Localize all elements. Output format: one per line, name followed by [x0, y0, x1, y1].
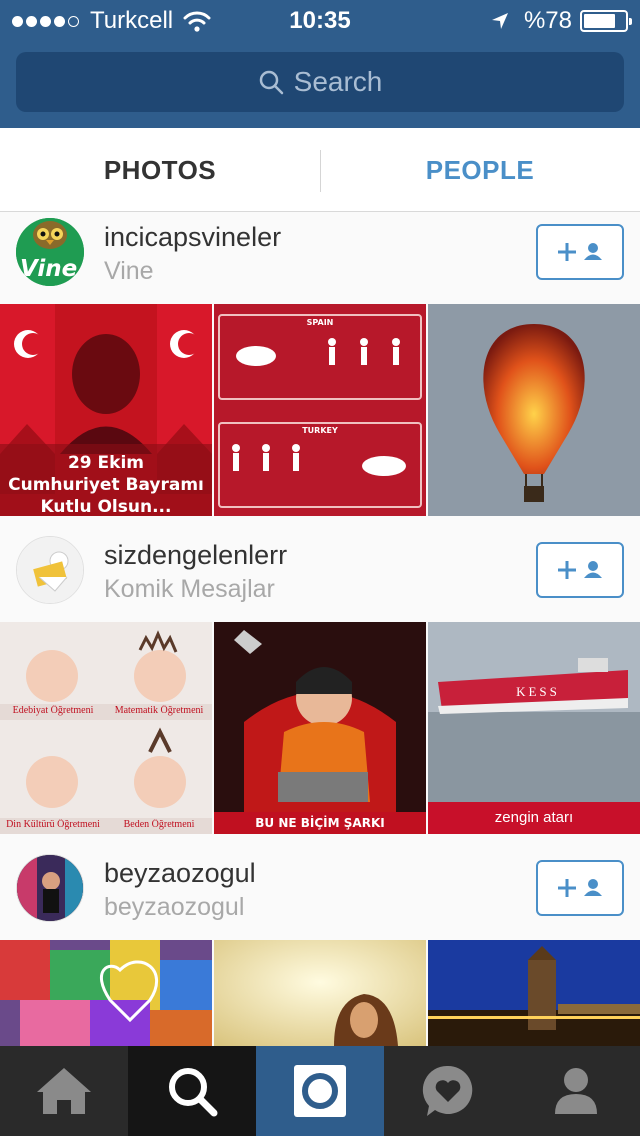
home-icon — [37, 1068, 91, 1114]
photo-label: Matematik Öğretmeni — [114, 705, 204, 716]
tab-profile[interactable] — [512, 1046, 640, 1136]
photo-caption: 29 Ekim Cumhuriyet Bayramı Kutlu Olsun..… — [0, 452, 212, 516]
add-user-icon — [558, 879, 602, 897]
location-arrow-icon — [491, 13, 508, 29]
tab-search[interactable] — [128, 1046, 256, 1136]
user-row[interactable]: sizdengelenlerr Komik Mesajlar — [0, 528, 640, 620]
photo-thumbnail[interactable]: BU NE BİÇİM ŞARKI — [214, 622, 426, 834]
photo-thumbnail[interactable]: SPAIN TURKEY — [214, 304, 426, 516]
avatar: Vine — [16, 218, 84, 286]
full-name: Komik Mesajlar — [104, 575, 275, 603]
photo-label: Beden Öğretmeni — [123, 819, 195, 830]
tab-camera[interactable] — [256, 1046, 384, 1136]
tab-news[interactable] — [384, 1046, 512, 1136]
bottom-tab-bar — [0, 1046, 640, 1136]
ship-name: KESS — [516, 684, 560, 699]
photo-row: 29 Ekim Cumhuriyet Bayramı Kutlu Olsun..… — [0, 304, 640, 516]
photo-row — [0, 940, 640, 1046]
username[interactable]: incicapsvineler — [104, 222, 281, 253]
tab-people[interactable]: PEOPLE — [320, 128, 640, 212]
segmented-tabs: PHOTOS PEOPLE — [0, 128, 640, 212]
full-name: Vine — [104, 257, 154, 285]
tab-photos[interactable]: PHOTOS — [0, 128, 320, 212]
caption-line: 29 Ekim — [67, 453, 145, 473]
avatar — [16, 536, 84, 604]
full-name: beyzaozogul — [104, 893, 245, 921]
follow-button[interactable] — [536, 542, 624, 598]
photo-label: Edebiyat Öğretmeni — [12, 705, 94, 716]
add-user-icon — [558, 561, 602, 579]
photo-thumbnail[interactable] — [0, 940, 212, 1046]
header: Turkcell 10:35 %78 Search — [0, 0, 640, 128]
tab-home[interactable] — [0, 1046, 128, 1136]
news-icon — [422, 1065, 473, 1116]
caption-line: Kutlu Olsun... — [40, 497, 172, 516]
status-bar: Turkcell 10:35 %78 — [0, 0, 640, 42]
battery-icon — [580, 10, 632, 32]
svg-text:Vine: Vine — [20, 256, 77, 282]
photo-caption: BU NE BİÇİM ŞARKI — [214, 812, 426, 834]
add-user-icon — [558, 243, 602, 261]
photo-thumbnail[interactable] — [428, 940, 640, 1046]
user-row[interactable]: beyzaozogul beyzaozogul — [0, 846, 640, 938]
photo-label: Din Kültürü Öğretmeni — [6, 819, 100, 830]
search-icon — [259, 70, 283, 95]
username[interactable]: sizdengelenlerr — [104, 540, 287, 571]
battery-fill — [584, 14, 616, 28]
username[interactable]: beyzaozogul — [104, 858, 256, 889]
search-icon — [169, 1068, 218, 1117]
avatar — [16, 854, 84, 922]
follow-button[interactable] — [536, 860, 624, 916]
photo-thumbnail[interactable]: KESS zengin atarı — [428, 622, 640, 834]
follow-button[interactable] — [536, 224, 624, 280]
search-placeholder: Search — [293, 66, 383, 97]
search-input[interactable]: Search — [16, 52, 624, 112]
screen: Turkcell 10:35 %78 Search PHOTOS PEOPLE … — [0, 0, 640, 1136]
photo-row: Edebiyat Öğretmeni Matematik Öğretmeni D… — [0, 622, 640, 834]
photo-thumbnail[interactable]: 29 Ekim Cumhuriyet Bayramı Kutlu Olsun..… — [0, 304, 212, 516]
photo-thumbnail[interactable] — [214, 940, 426, 1046]
photo-caption: zengin atarı — [428, 802, 640, 834]
profile-icon — [555, 1068, 597, 1114]
caption-line: Cumhuriyet Bayramı — [8, 475, 204, 495]
photo-thumbnail[interactable]: Edebiyat Öğretmeni Matematik Öğretmeni D… — [0, 622, 212, 834]
user-row[interactable]: Vine incicapsvineler Vine — [0, 212, 640, 304]
battery-percent: %78 — [523, 7, 572, 34]
status-right: %78 — [490, 7, 632, 35]
photo-thumbnail[interactable] — [428, 304, 640, 516]
camera-icon — [294, 1065, 346, 1117]
